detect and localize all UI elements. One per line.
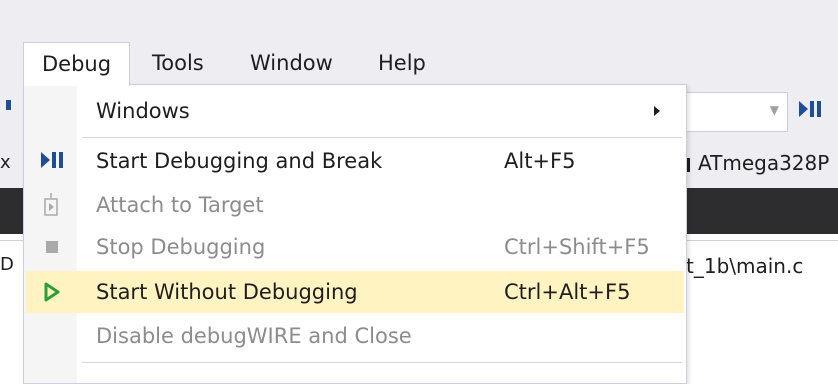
debug-menu-dropdown: Windows Start Debugging and Break Alt+F5…	[23, 84, 687, 384]
play-icon	[40, 280, 64, 304]
menu-item-label: Stop Debugging	[96, 235, 266, 259]
menu-item-label: Disable debugWIRE and Close	[96, 324, 412, 348]
menu-item-shortcut: Ctrl+Alt+F5	[504, 280, 631, 304]
menu-debug[interactable]: Debug	[23, 42, 131, 86]
toolbar-fragment-text: x	[0, 152, 11, 173]
file-path-text: t_1b\main.c	[686, 254, 804, 278]
menu-item-label: Windows	[96, 99, 190, 123]
attach-target-icon	[40, 193, 64, 217]
menu-item-label: Attach to Target	[96, 193, 264, 217]
submenu-arrow-icon	[654, 106, 660, 116]
device-label-text: ATmega328P	[698, 151, 830, 175]
toolbar-edge-icon	[6, 100, 11, 110]
menu-help[interactable]: Help	[360, 42, 444, 84]
start-debug-break-icon	[40, 149, 64, 173]
path-fragment-text: D	[0, 254, 14, 275]
menu-item-attach-to-target[interactable]: Attach to Target	[26, 184, 684, 226]
device-label[interactable]: ATmega328P	[686, 138, 829, 188]
menu-tools[interactable]: Tools	[134, 42, 222, 84]
chevron-down-icon[interactable]: ▼	[770, 103, 779, 117]
menu-item-shortcut: Ctrl+Shift+F5	[504, 235, 650, 259]
menu-item-windows[interactable]: Windows	[26, 90, 684, 132]
menu-window[interactable]: Window	[232, 42, 351, 84]
menu-item-disable-debugwire-and-close[interactable]: Disable debugWIRE and Close	[26, 315, 684, 357]
toolbar-combobox[interactable]: ▼	[686, 92, 788, 132]
menu-item-start-without-debugging[interactable]: Start Without Debugging Ctrl+Alt+F5	[26, 271, 684, 313]
separator	[82, 362, 682, 363]
menu-item-stop-debugging[interactable]: Stop Debugging Ctrl+Shift+F5	[26, 226, 684, 268]
separator	[82, 137, 682, 138]
menu-item-shortcut: Alt+F5	[504, 149, 576, 173]
menu-item-start-debugging-and-break[interactable]: Start Debugging and Break Alt+F5	[26, 140, 684, 182]
start-debug-break-icon[interactable]	[798, 98, 824, 124]
stop-icon	[40, 235, 64, 259]
menu-item-label: Start Without Debugging	[96, 280, 358, 304]
menu-item-label: Start Debugging and Break	[96, 149, 383, 173]
